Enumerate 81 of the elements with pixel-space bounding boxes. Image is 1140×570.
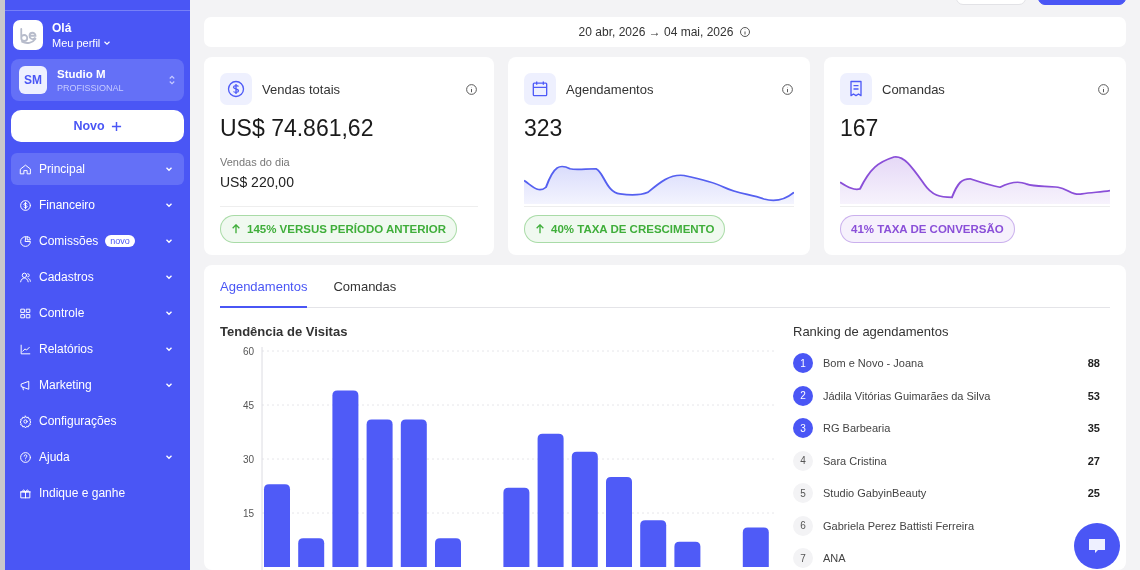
account-avatar: SM [19,66,47,94]
info-icon [781,82,794,96]
rank-badge: 4 [793,450,813,471]
pie-chart-icon [19,234,32,248]
new-badge: novo [105,235,135,247]
trend-pill: 41% TAXA DE CONVERSÃO [840,215,1015,243]
ranking-name: ANA [823,552,846,565]
ranking-name: RG Barbearia [823,422,891,435]
card-title: Agendamentos [566,81,654,97]
calendar-icon [530,79,550,99]
ranking-name: Bom e Novo - Joana [823,357,924,370]
ranking-count: 88 [1087,357,1100,370]
tab[interactable]: Agendamentos [220,269,308,308]
trend-pill: 40% TAXA DE CRESCIMENTO [524,215,726,243]
nav-item[interactable]: Comissões novo [11,225,184,257]
date-range-bar[interactable]: 20 abr, 2026 → 04 mai, 2026 [204,17,1126,47]
axis-tick-label: 60 [242,346,254,357]
up-down-icon [168,74,176,86]
ranking-name: Jádila Vitórias Guimarães da Silva [823,389,991,402]
bar [435,538,461,567]
nav-item[interactable]: Principal [11,153,184,185]
rank-badge: 2 [793,385,813,406]
ranking-count: 27 [1087,454,1100,467]
axis-tick-label: 45 [242,400,254,411]
settings-icon [19,414,32,428]
gift-icon [19,486,32,500]
bar [640,520,667,567]
rank-badge: 6 [793,515,813,536]
plus-icon [110,120,122,132]
account-switcher[interactable]: SM Studio M PROFISSIONAL [11,59,184,101]
nav-item[interactable]: Cadastros [11,261,184,293]
ranking-count: 25 [1087,487,1100,500]
card-title: Vendas totais [262,81,341,97]
dollar-icon [19,198,32,212]
bar [742,527,769,567]
new-button[interactable]: Novo [11,110,184,142]
ranking-name: Sara Cristina [823,454,887,467]
ranking-name: Gabriela Perez Battisti Ferreira [823,519,974,532]
rank-badge: 1 [793,353,813,374]
logo-icon [13,20,43,50]
account-name: Studio M [57,67,107,80]
bar [674,541,701,567]
line-chart-icon [19,342,32,356]
rank-badge: 3 [793,418,813,439]
account-plan: PROFISSIONAL [57,82,125,93]
profile-link[interactable]: Meu perfil [52,37,113,49]
grid-icon [19,306,32,320]
home-icon [19,162,32,176]
nav-item[interactable]: Financeiro [11,189,184,221]
stat-value: 167 [840,115,880,142]
dollar-icon [226,79,246,99]
stat-value: US$ 74.861,62 [220,115,375,142]
stat-value: 323 [524,115,564,142]
megaphone-icon [19,378,32,392]
trend-pill: 145% VERSUS PERÍODO ANTERIOR [220,215,457,243]
nav-item[interactable]: Controle [11,297,184,329]
axis-tick-label: 30 [242,454,254,465]
rank-badge: 7 [793,548,813,569]
ranking-count: 35 [1087,422,1100,435]
detail-value: US$ 220,00 [220,174,295,190]
greeting-text: Olá [52,21,73,35]
card-title: Comandas [882,81,945,97]
nav-item[interactable]: Marketing [11,369,184,401]
ranking-count: 53 [1087,389,1100,402]
tab[interactable]: Comandas [333,269,397,307]
people-icon [19,270,32,284]
info-icon [465,82,478,96]
help-icon [19,450,32,464]
nav-item[interactable]: Configurações [11,405,184,437]
ranking-title: Ranking de agendamentos [793,324,950,339]
chart-title: Tendência de Visitas [220,324,349,339]
info-icon [739,26,752,38]
bar [298,538,325,567]
ranking-name: Studio GabyinBeauty [823,487,927,500]
info-icon [1097,82,1110,96]
nav-item[interactable]: Ajuda [11,441,184,473]
nav-item[interactable]: Relatórios [11,333,184,365]
rank-badge: 5 [793,483,813,504]
detail-label: Vendas do dia [220,156,291,168]
nav-item[interactable]: Indique e ganhe [11,477,184,509]
axis-tick-label: 15 [242,508,254,519]
